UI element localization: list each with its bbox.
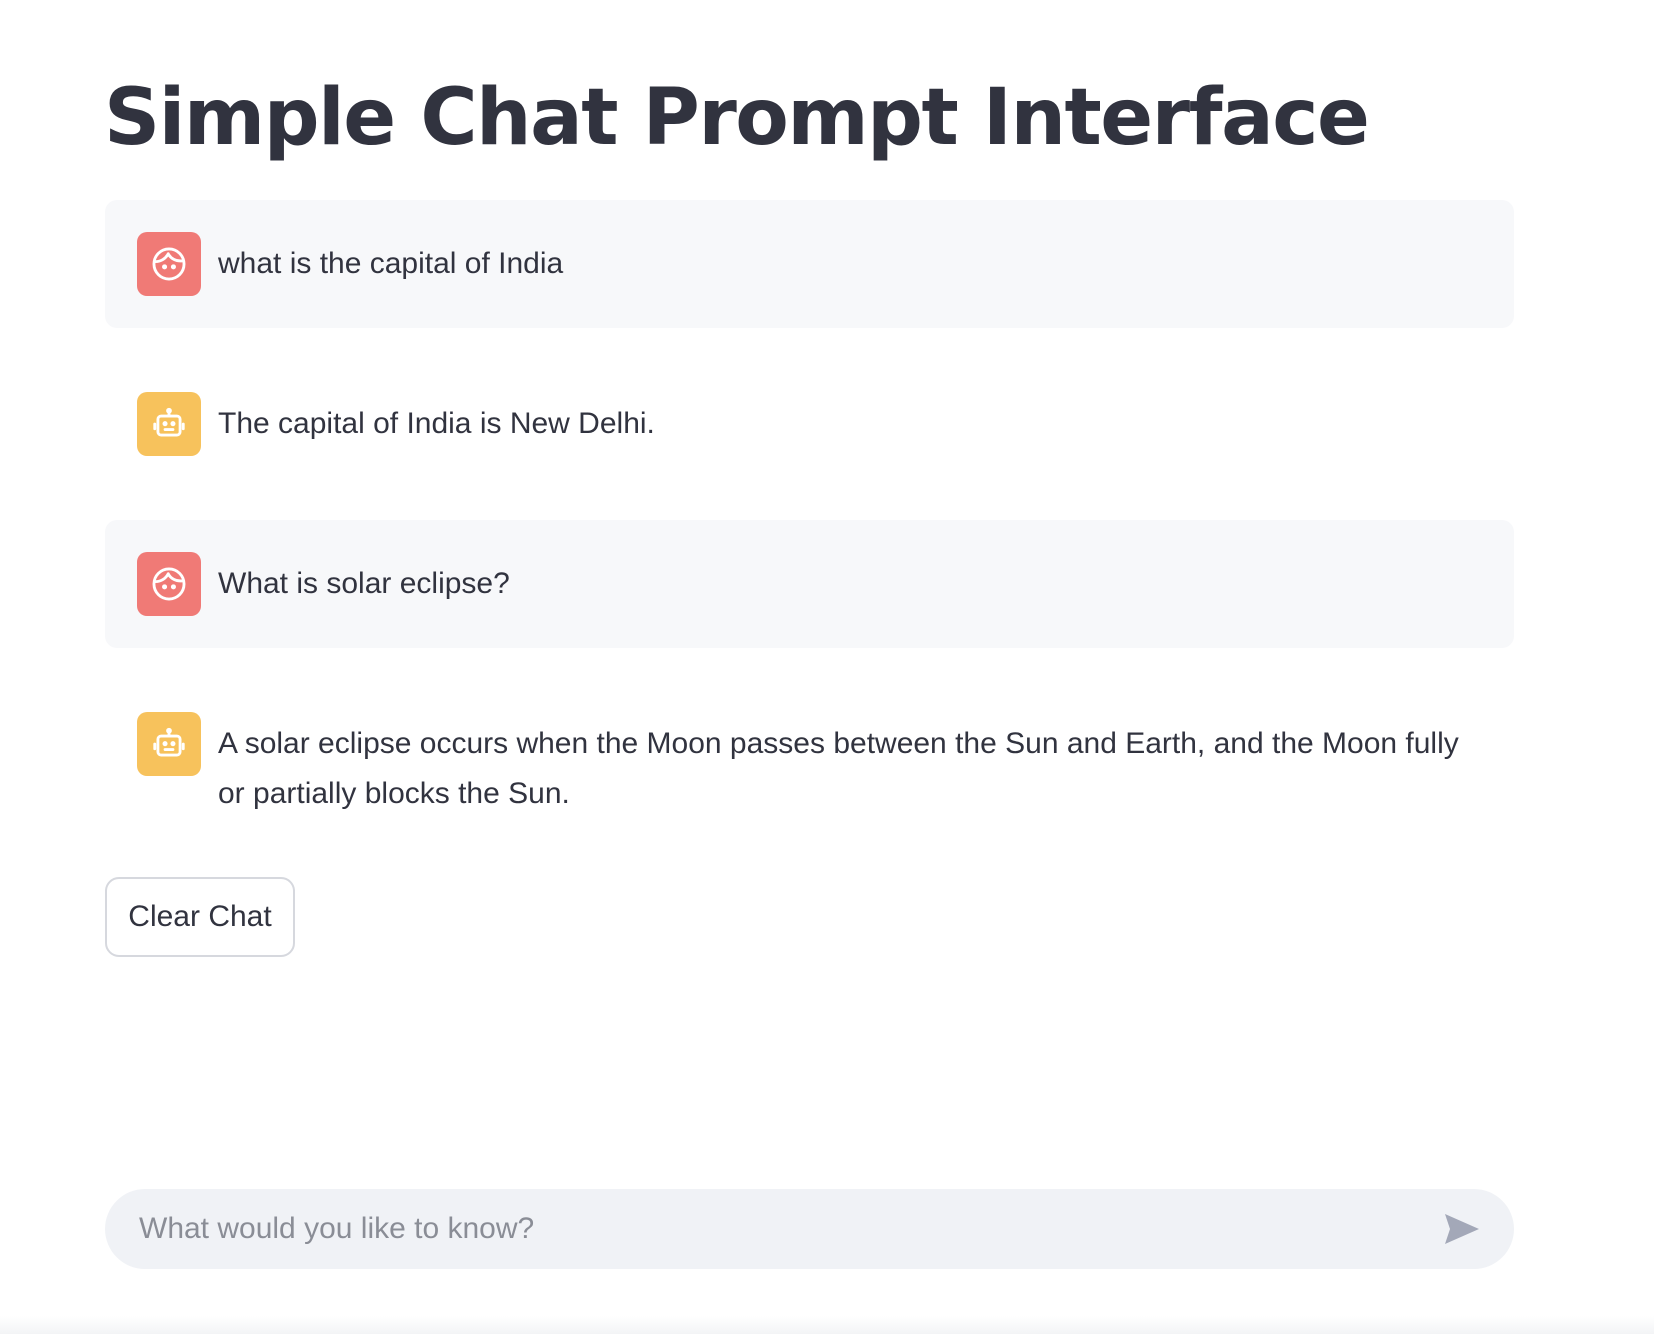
chat-message-assistant: The capital of India is New Delhi. xyxy=(105,360,1514,488)
send-button[interactable] xyxy=(1432,1199,1492,1259)
bottom-shadow xyxy=(0,1316,1654,1334)
robot-icon xyxy=(153,727,185,757)
message-text: what is the capital of India xyxy=(218,247,564,280)
assistant-avatar xyxy=(137,392,201,456)
user-face-icon xyxy=(152,567,186,601)
user-avatar xyxy=(137,232,201,296)
message-text: A solar eclipse occurs when the Moon pas… xyxy=(218,727,1459,810)
send-icon xyxy=(1445,1214,1479,1244)
robot-icon xyxy=(153,407,185,437)
message-text: The capital of India is New Delhi. xyxy=(218,407,655,440)
user-face-icon xyxy=(152,247,186,281)
assistant-avatar xyxy=(137,712,201,776)
chat-input-bar xyxy=(105,1189,1514,1269)
message-text: What is solar eclipse? xyxy=(218,567,510,600)
chat-input[interactable] xyxy=(105,1189,1432,1269)
chat-message-user: What is solar eclipse? xyxy=(105,520,1514,648)
user-avatar xyxy=(137,552,201,616)
chat-message-assistant: A solar eclipse occurs when the Moon pas… xyxy=(105,680,1514,851)
clear-chat-button[interactable]: Clear Chat xyxy=(105,877,295,957)
chat-message-user: what is the capital of India xyxy=(105,200,1514,328)
page-title: Simple Chat Prompt Interface xyxy=(104,73,1370,163)
chat-messages: what is the capital of India The capital… xyxy=(105,200,1514,851)
